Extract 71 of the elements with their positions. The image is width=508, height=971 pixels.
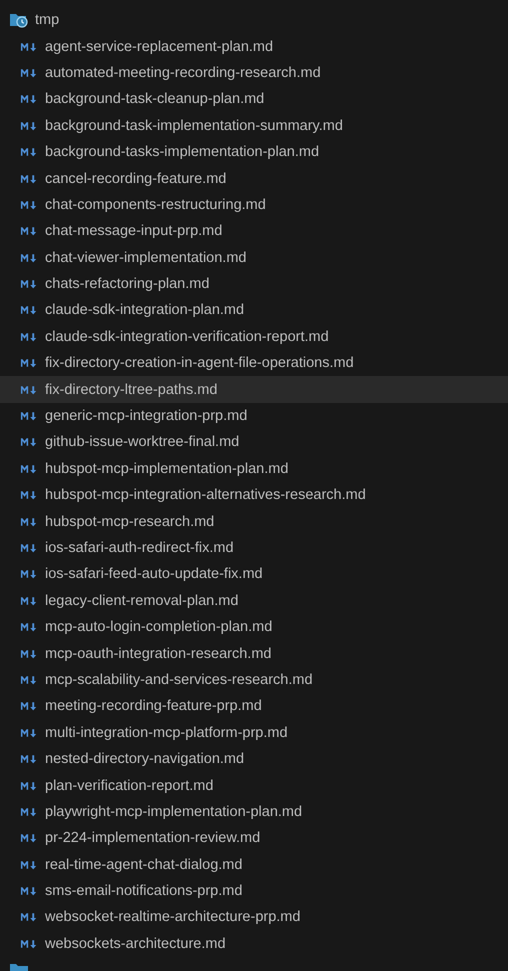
file-row[interactable]: mcp-oauth-integration-research.md <box>0 640 508 667</box>
markdown-icon <box>20 174 37 184</box>
markdown-icon <box>20 912 37 922</box>
file-row[interactable]: legacy-client-removal-plan.md <box>0 588 508 614</box>
file-row[interactable]: cancel-recording-feature.md <box>0 165 508 192</box>
markdown-icon <box>20 543 37 553</box>
file-row[interactable]: meeting-recording-feature-prp.md <box>0 693 508 720</box>
markdown-icon <box>20 728 37 738</box>
markdown-icon <box>20 42 37 52</box>
file-row[interactable]: hubspot-mcp-research.md <box>0 508 508 535</box>
markdown-icon <box>20 490 37 500</box>
markdown-icon <box>20 569 37 580</box>
file-row[interactable]: pr-224-implementation-review.md <box>0 825 508 852</box>
file-row[interactable]: mcp-scalability-and-services-research.md <box>0 666 508 694</box>
markdown-icon <box>20 754 37 764</box>
folder-name[interactable]: tmp <box>35 11 60 30</box>
file-row[interactable]: nested-directory-navigation.md <box>0 746 508 772</box>
markdown-icon <box>20 147 37 158</box>
markdown-icon <box>20 701 37 712</box>
markdown-icon <box>20 516 37 527</box>
markdown-icon <box>20 332 37 342</box>
file-row[interactable]: fix-directory-creation-in-agent-file-operations.md <box>0 350 508 376</box>
markdown-icon <box>20 68 37 78</box>
markdown-icon <box>20 226 37 236</box>
file-row[interactable]: chats-refactoring-plan.md <box>0 270 508 298</box>
markdown-icon <box>20 437 37 448</box>
file-row[interactable]: real-time-agent-chat-dialog.md <box>0 852 508 878</box>
markdown-icon <box>20 833 37 844</box>
file-row[interactable]: chat-message-input-prp.md <box>0 218 508 245</box>
markdown-icon <box>20 200 37 210</box>
file-row[interactable]: sms-email-notifications-prp.md <box>0 878 508 904</box>
markdown-icon <box>20 938 37 949</box>
file-row[interactable]: agent-service-replacement-plan.md <box>0 33 508 60</box>
file-row[interactable]: github-issue-worktree-final.md <box>0 429 508 456</box>
file-row[interactable]: fix-directory-ltree-paths.md <box>0 376 508 403</box>
file-row[interactable]: chat-components-restructuring.md <box>0 192 508 218</box>
file-row[interactable]: background-task-cleanup-plan.md <box>0 86 508 113</box>
markdown-icon <box>20 596 37 606</box>
markdown-icon <box>20 94 37 104</box>
markdown-icon <box>20 886 37 896</box>
file-row[interactable]: ios-safari-feed-auto-update-fix.md <box>0 561 508 588</box>
file-row[interactable]: ios-safari-auth-redirect-fix.md <box>0 534 508 562</box>
markdown-icon <box>20 120 37 131</box>
file-row[interactable]: claude-sdk-integration-verification-report.md <box>0 324 508 350</box>
markdown-icon <box>20 252 37 263</box>
markdown-icon <box>20 648 37 659</box>
markdown-icon <box>20 806 37 817</box>
file-row[interactable]: hubspot-mcp-integration-alternatives-research.md <box>0 482 508 508</box>
file-row[interactable]: websockets-architecture.md <box>0 930 508 958</box>
file-row[interactable]: mcp-auto-login-completion-plan.md <box>0 614 508 640</box>
markdown-icon <box>20 384 37 395</box>
markdown-icon <box>20 860 37 870</box>
file-row[interactable]: plan-verification-report.md <box>0 772 508 799</box>
file-row[interactable]: multi-integration-mcp-platform-prp.md <box>0 720 508 746</box>
markdown-icon <box>20 279 37 290</box>
markdown-icon <box>20 622 37 632</box>
file-row[interactable]: generic-mcp-integration-prp.md <box>0 402 508 430</box>
markdown-icon <box>20 411 37 422</box>
file-row[interactable]: background-tasks-implementation-plan.md <box>0 138 508 166</box>
markdown-icon <box>20 674 37 685</box>
file-row[interactable]: chat-viewer-implementation.md <box>0 244 508 271</box>
file-row[interactable]: claude-sdk-integration-plan.md <box>0 297 508 324</box>
markdown-icon <box>20 464 37 474</box>
markdown-icon <box>20 305 37 316</box>
file-row[interactable]: hubspot-mcp-implementation-plan.md <box>0 456 508 482</box>
file-row[interactable]: background-task-implementation-summary.md <box>0 112 508 139</box>
markdown-icon <box>20 780 37 791</box>
file-row[interactable]: websocket-realtime-architecture-prp.md <box>0 904 508 931</box>
markdown-icon <box>20 358 37 368</box>
file-row[interactable]: automated-meeting-recording-research.md <box>0 60 508 86</box>
file-row[interactable]: playwright-mcp-implementation-plan.md <box>0 798 508 826</box>
